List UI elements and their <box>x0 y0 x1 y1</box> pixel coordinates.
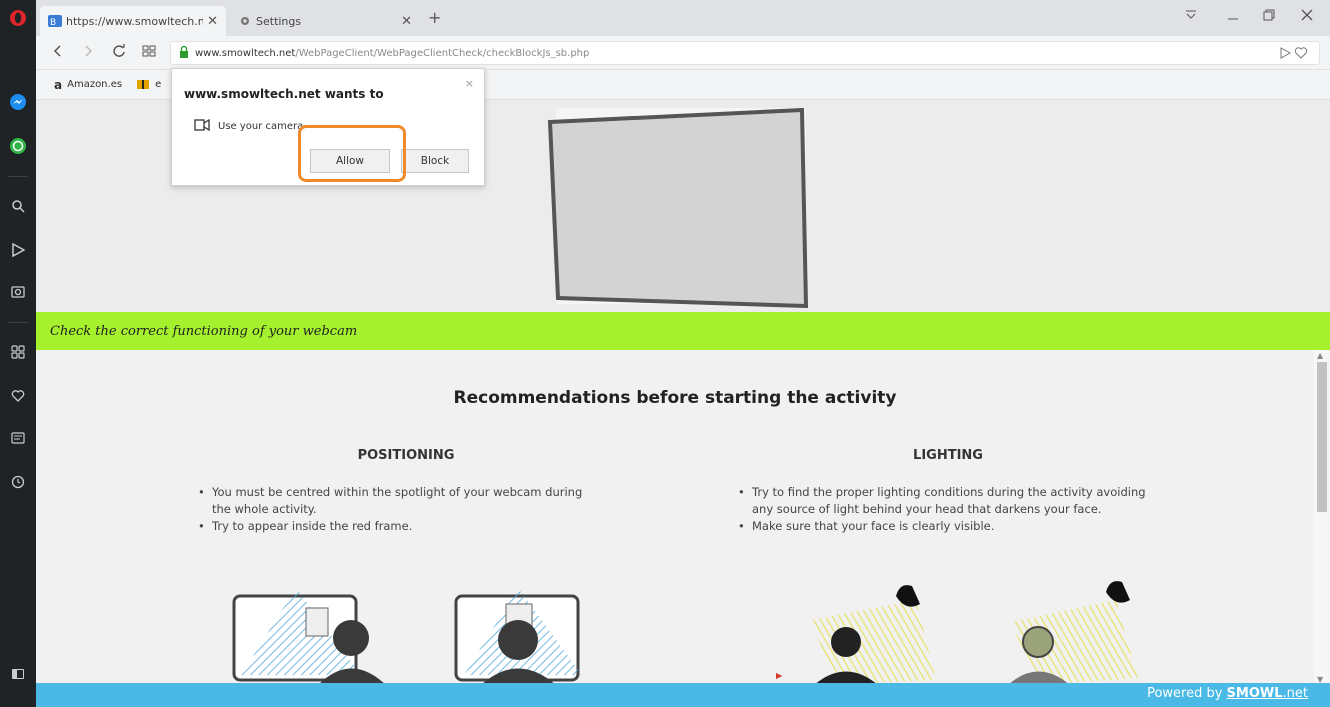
heart-bookmarks-icon[interactable] <box>8 386 28 406</box>
block-button[interactable]: Block <box>401 149 469 173</box>
tab-smowltech[interactable]: B https://www.smowltech.ne ✕ <box>40 6 226 36</box>
tab-settings[interactable]: Settings ✕ <box>230 6 420 36</box>
scroll-up-icon[interactable]: ▲ <box>1317 351 1323 360</box>
powered-suffix[interactable]: .net <box>1283 686 1308 701</box>
lock-icon[interactable] <box>179 45 189 61</box>
webcam-check-banner: Check the correct functioning of your we… <box>36 312 1330 350</box>
snapshot-camera-icon[interactable] <box>8 282 28 302</box>
gift-icon <box>136 77 150 92</box>
search-icon[interactable] <box>8 196 28 216</box>
history-clock-icon[interactable] <box>8 472 28 492</box>
powered-prefix: Powered by <box>1147 686 1227 701</box>
lighting-list: Try to find the proper lighting conditio… <box>738 484 1158 535</box>
page-icon: B <box>48 14 62 28</box>
list-item: Try to find the proper lighting conditio… <box>738 484 1158 518</box>
scrollbar[interactable]: ▲ ▼ <box>1314 350 1330 685</box>
speed-dial-icon[interactable] <box>142 44 156 62</box>
gear-icon <box>238 14 252 28</box>
tab-menu-icon[interactable] <box>1184 8 1198 26</box>
opera-logo-icon[interactable] <box>8 8 28 28</box>
tab-label: Settings <box>256 14 302 28</box>
lighting-heading: LIGHTING <box>913 448 983 463</box>
recommendations-section: Recommendations before starting the acti… <box>36 350 1314 685</box>
allow-highlight-outline <box>298 125 406 182</box>
list-item: You must be centred within the spotlight… <box>198 484 598 518</box>
camera-permission-row: Use your camera <box>194 118 304 134</box>
bookmark-amazon[interactable]: a Amazon.es <box>54 78 122 92</box>
tab-close-button[interactable]: ✕ <box>401 14 412 29</box>
tab-strip: B https://www.smowltech.ne ✕ Settings ✕ … <box>36 0 1330 36</box>
url-path: /WebPageClient/WebPageClientCheck/checkB… <box>295 47 590 59</box>
forward-icon[interactable] <box>82 44 94 62</box>
speed-dial-icon[interactable] <box>8 342 28 362</box>
bookmark-label: Amazon.es <box>67 79 123 90</box>
minimize-icon[interactable] <box>1226 8 1240 26</box>
news-icon[interactable] <box>8 428 28 448</box>
tab-close-button[interactable]: ✕ <box>207 14 218 29</box>
lighting-illustration <box>776 581 1138 685</box>
flow-send-icon[interactable] <box>8 240 28 260</box>
recommendations-title: Recommendations before starting the acti… <box>453 388 897 408</box>
whatsapp-icon[interactable] <box>8 136 28 156</box>
url-host: www.smowltech.net <box>195 47 296 59</box>
permission-label: Use your camera <box>218 121 304 132</box>
positioning-heading: POSITIONING <box>357 448 455 463</box>
opera-sidebar <box>0 0 36 707</box>
positioning-list: You must be centred within the spotlight… <box>198 484 598 535</box>
tab-label: https://www.smowltech.ne <box>66 14 204 28</box>
address-bar[interactable]: www.smowltech.net /WebPageClient/WebPage… <box>170 41 1320 65</box>
browser-window: B https://www.smowltech.ne ✕ Settings ✕ … <box>0 0 1330 707</box>
scroll-thumb[interactable] <box>1317 362 1327 512</box>
powered-by-text: Powered by SMOWL.net <box>1147 686 1308 701</box>
list-item: Try to appear inside the red frame. <box>198 518 598 535</box>
video-camera-icon <box>194 118 210 134</box>
footer-bar: Powered by SMOWL.net <box>36 683 1330 707</box>
new-tab-button[interactable]: + <box>428 8 441 27</box>
close-icon[interactable] <box>1300 8 1314 26</box>
amazon-icon: a <box>54 77 63 92</box>
restore-icon[interactable] <box>1262 8 1276 26</box>
bookmark-label: e <box>155 79 162 90</box>
popup-title: www.smowltech.net wants to <box>184 87 384 101</box>
bookmark-second[interactable]: e <box>136 77 161 92</box>
page-content: Check the correct functioning of your we… <box>36 100 1330 707</box>
webcam-preview-frame <box>547 108 809 308</box>
navigation-bar: www.smowltech.net /WebPageClient/WebPage… <box>36 36 1330 70</box>
list-item: Make sure that your face is clearly visi… <box>738 518 1158 535</box>
positioning-illustration <box>232 588 582 685</box>
back-icon[interactable] <box>52 44 64 62</box>
smowl-link[interactable]: SMOWL <box>1227 686 1283 701</box>
messenger-icon[interactable] <box>8 92 28 112</box>
reload-icon[interactable] <box>112 44 126 62</box>
send-and-heart-icon[interactable] <box>1279 46 1311 63</box>
svg-text:B: B <box>50 18 56 27</box>
popup-close-button[interactable]: × <box>465 77 474 90</box>
sidebar-toggle-icon[interactable] <box>8 664 28 684</box>
